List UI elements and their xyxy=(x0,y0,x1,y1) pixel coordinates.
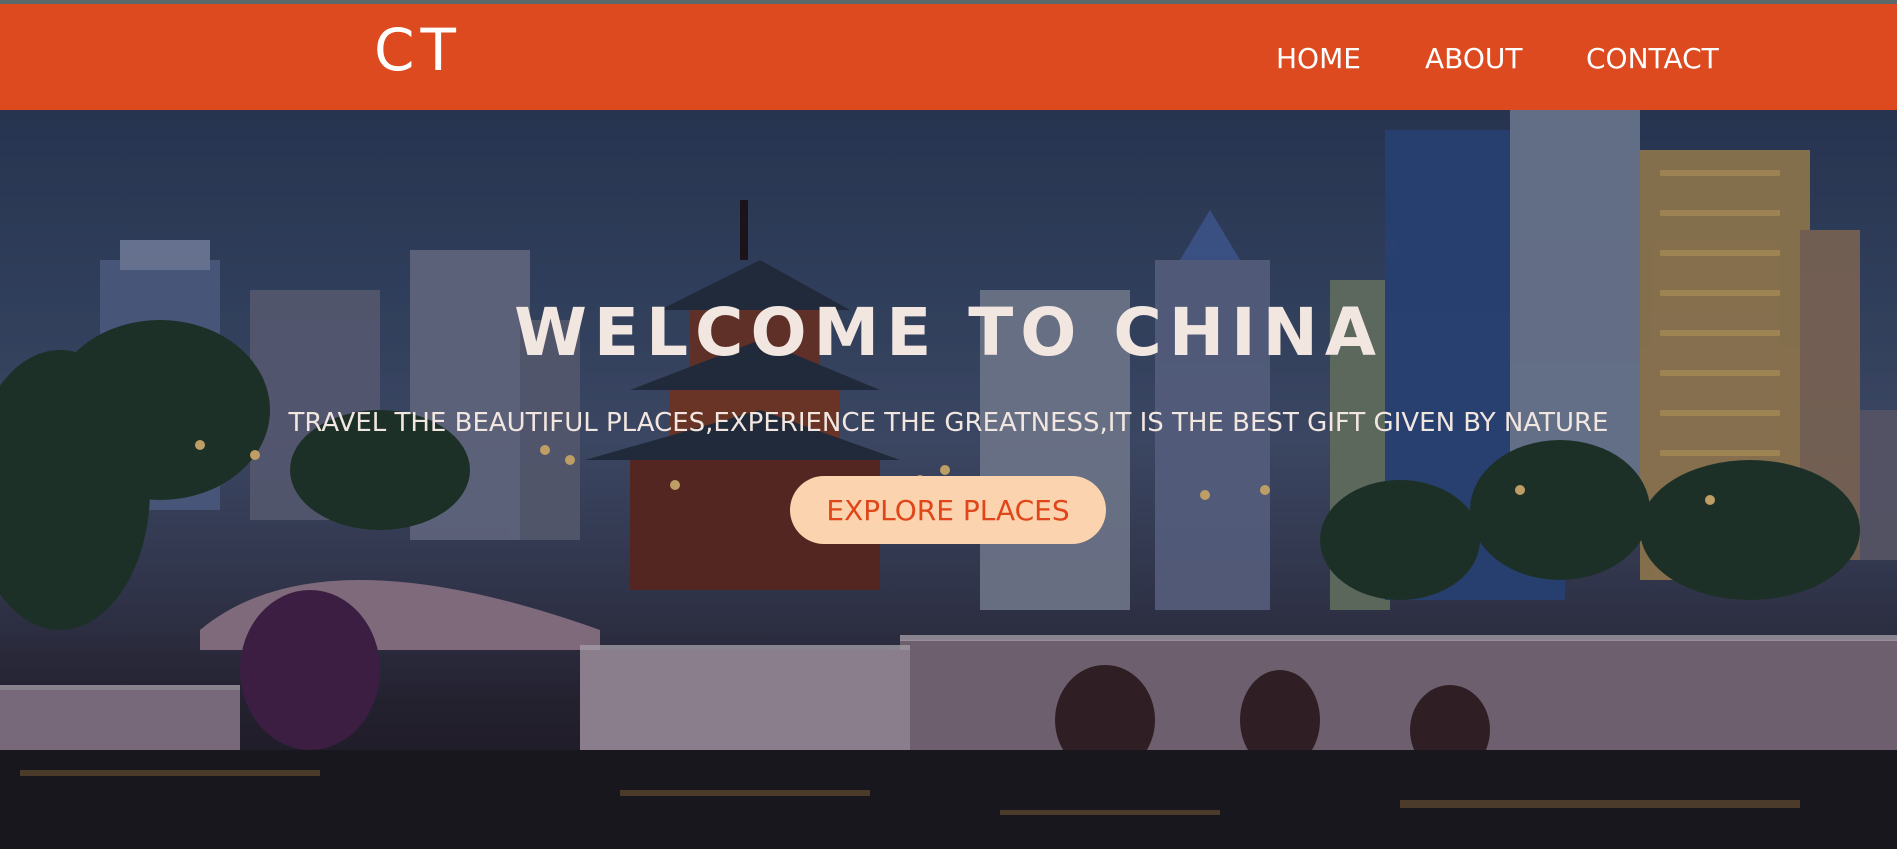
logo[interactable]: CT xyxy=(374,16,462,84)
hero-title: WELCOME TO CHINA xyxy=(514,294,1383,371)
navbar: CT HOME ABOUT CONTACT xyxy=(0,4,1897,110)
explore-places-button[interactable]: EXPLORE PLACES xyxy=(790,476,1106,544)
hero-subtitle: TRAVEL THE BEAUTIFUL PLACES,EXPERIENCE T… xyxy=(288,408,1609,438)
hero-section: WELCOME TO CHINA TRAVEL THE BEAUTIFUL PL… xyxy=(0,110,1897,849)
nav-contact-link[interactable]: CONTACT xyxy=(1586,42,1719,75)
nav-home-link[interactable]: HOME xyxy=(1276,42,1361,75)
nav-about-link[interactable]: ABOUT xyxy=(1425,42,1523,75)
